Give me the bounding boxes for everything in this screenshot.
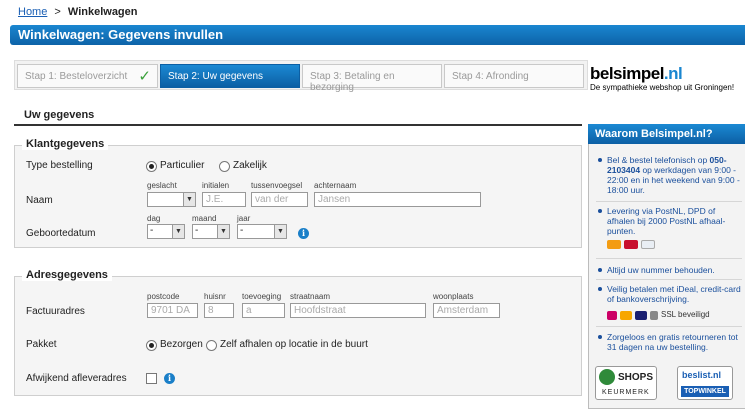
- dpd-icon: [624, 240, 638, 249]
- tussenvoegsel-input[interactable]: van der: [251, 192, 308, 207]
- factuuradres-label: Factuuradres: [26, 306, 85, 317]
- checkmark-icon: ✓: [138, 68, 151, 85]
- sidebar-item-phone: Bel & bestel telefonisch op 050-2103404 …: [598, 155, 743, 195]
- step-1[interactable]: Stap 1: Besteloverzicht ✓: [17, 64, 158, 88]
- step-4-label: Stap 4: Afronding: [452, 71, 529, 82]
- breadcrumb-home-link[interactable]: Home: [18, 6, 47, 18]
- woonplaats-input[interactable]: Amsterdam: [433, 303, 500, 318]
- maand-value: -: [195, 225, 199, 236]
- info-icon[interactable]: i: [298, 228, 309, 239]
- afwijkend-afleveradres-checkbox[interactable]: [146, 373, 157, 384]
- ideal-icon: [607, 311, 617, 320]
- radio-zelf-afhalen[interactable]: [206, 340, 217, 351]
- step-1-label: Stap 1: Besteloverzicht: [25, 71, 128, 82]
- dag-value: -: [150, 225, 154, 236]
- achternaam-sublabel: achternaam: [314, 181, 357, 190]
- klantgegevens-legend: Klantgegevens: [22, 138, 109, 150]
- sidebar-item-betalen: Veilig betalen met iDeal, credit-card of…: [598, 284, 743, 304]
- belsimpel-logo[interactable]: belsimpel.nl De sympathieke webshop uit …: [590, 64, 734, 92]
- sidebar-title: Waarom Belsimpel.nl?: [588, 124, 745, 144]
- step-2-label: Stap 2: Uw gegevens: [168, 71, 264, 82]
- radio-bezorgen[interactable]: [146, 340, 157, 351]
- achternaam-input[interactable]: Jansen: [314, 192, 481, 207]
- section-divider: [14, 124, 582, 126]
- postcode-sublabel: postcode: [147, 292, 180, 301]
- straatnaam-sublabel: straatnaam: [290, 292, 331, 301]
- huisnr-sublabel: huisnr: [204, 292, 226, 301]
- chevron-down-icon: ▼: [217, 225, 229, 238]
- sidebar-divider: [596, 326, 742, 327]
- jaar-sublabel: jaar: [237, 214, 251, 223]
- initialen-sublabel: initialen: [202, 181, 230, 190]
- breadcrumb-separator: >: [54, 6, 61, 18]
- radio-zakelijk-label[interactable]: Zakelijk: [233, 160, 267, 171]
- radio-particulier[interactable]: [146, 161, 157, 172]
- geslacht-select[interactable]: ▼: [147, 192, 196, 207]
- lock-icon: [650, 311, 658, 320]
- geboortedatum-label: Geboortedatum: [26, 228, 96, 239]
- type-bestelling-label: Type bestelling: [26, 160, 93, 171]
- naam-label: Naam: [26, 195, 53, 206]
- logo-name: belsimpel.nl: [590, 64, 734, 84]
- qshops-logo-icon: [599, 369, 615, 385]
- chevron-down-icon: ▼: [183, 193, 195, 206]
- step-2: Stap 2: Uw gegevens: [160, 64, 300, 88]
- ssl-text: SSL beveiligd: [661, 310, 710, 319]
- tussenvoegsel-sublabel: tussenvoegsel: [251, 181, 303, 190]
- huisnr-input[interactable]: 8: [204, 303, 234, 318]
- afhaalpunt-icon: [641, 240, 655, 249]
- sidebar-divider: [596, 258, 742, 259]
- maand-select[interactable]: - ▼: [192, 224, 230, 239]
- breadcrumb: Home > Winkelwagen: [18, 6, 138, 18]
- sidebar-item-retour: Zorgeloos en gratis retourneren tot 31 d…: [598, 332, 743, 352]
- dag-sublabel: dag: [147, 214, 161, 223]
- qshops-sub: KEURMERK: [602, 389, 650, 396]
- sidebar-divider: [596, 201, 742, 202]
- woonplaats-sublabel: woonplaats: [433, 292, 474, 301]
- visa-icon: [635, 311, 647, 320]
- jaar-value: -: [240, 225, 244, 236]
- logo-name-main: belsimpel: [590, 64, 664, 83]
- initialen-input[interactable]: J.E.: [202, 192, 246, 207]
- sidebar-item-levering: Levering via PostNL, DPD of afhalen bij …: [598, 206, 743, 236]
- straatnaam-input[interactable]: Hoofdstraat: [290, 303, 426, 318]
- page-title: Winkelwagen: Gegevens invullen: [10, 25, 745, 45]
- sidebar-divider: [596, 279, 742, 280]
- radio-bezorgen-label[interactable]: Bezorgen: [160, 339, 203, 350]
- logo-tagline: De sympathieke webshop uit Groningen!: [590, 83, 735, 92]
- radio-zelf-afhalen-label[interactable]: Zelf afhalen op locatie in de buurt: [220, 339, 368, 350]
- pakket-label: Pakket: [26, 339, 57, 350]
- qshops-name: SHOPS: [618, 372, 654, 383]
- logo-name-tld: .nl: [663, 64, 683, 83]
- breadcrumb-current: Winkelwagen: [67, 6, 138, 18]
- toevoeging-sublabel: toevoeging: [242, 292, 282, 301]
- step-4: Stap 4: Afronding: [444, 64, 584, 88]
- postnl-icon: [607, 240, 621, 249]
- dag-select[interactable]: - ▼: [147, 224, 185, 239]
- phone-pre: Bel & bestel telefonisch op: [607, 155, 710, 165]
- info-icon[interactable]: i: [164, 373, 175, 384]
- maand-sublabel: maand: [192, 214, 217, 223]
- chevron-down-icon: ▼: [274, 225, 286, 238]
- beslist-topwinkel-badge[interactable]: beslist.nl TOPWINKEL: [677, 366, 733, 400]
- qshops-keurmerk-badge[interactable]: SHOPS KEURMERK: [595, 366, 657, 400]
- geslacht-sublabel: geslacht: [147, 181, 177, 190]
- radio-particulier-label[interactable]: Particulier: [160, 160, 204, 171]
- jaar-select[interactable]: - ▼: [237, 224, 287, 239]
- beslist-sub: TOPWINKEL: [681, 386, 729, 397]
- toevoeging-input[interactable]: a: [242, 303, 285, 318]
- postcode-input[interactable]: 9701 DA: [147, 303, 198, 318]
- step-3: Stap 3: Betaling en bezorging: [302, 64, 442, 93]
- adresgegevens-legend: Adresgegevens: [22, 269, 112, 281]
- mastercard-icon: [620, 311, 632, 320]
- radio-zakelijk[interactable]: [219, 161, 230, 172]
- chevron-down-icon: ▼: [172, 225, 184, 238]
- beslist-name: beslist.nl: [682, 370, 722, 380]
- section-title: Uw gegevens: [24, 109, 95, 121]
- afwijkend-afleveradres-label: Afwijkend afleveradres: [26, 373, 127, 384]
- sidebar-item-nummer: Altijd uw nummer behouden.: [598, 265, 743, 275]
